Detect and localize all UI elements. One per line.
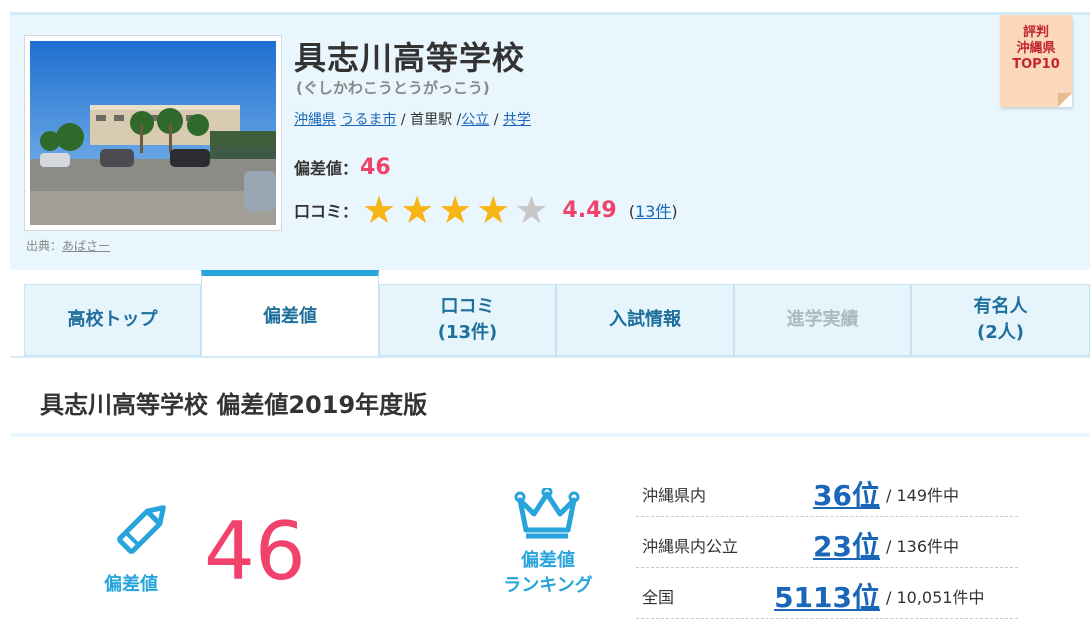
station-text: 首里駅	[410, 112, 453, 128]
photo-credit: 出典：あばさー	[26, 237, 110, 254]
tab-label: 入試情報	[609, 309, 681, 330]
pencil-icon	[100, 500, 180, 566]
tab-admission[interactable]: 入試情報	[556, 284, 734, 356]
tabs-divider	[10, 356, 1090, 358]
ranking-position-link[interactable]: 23位	[813, 525, 880, 565]
badge-line-1: 評判	[1022, 25, 1049, 40]
star-filled-icon: ★	[476, 188, 511, 232]
badge-line-2: 沖縄県	[1016, 41, 1056, 56]
city-link[interactable]: うるま市	[340, 112, 396, 128]
photo-credit-label: 出典：	[26, 239, 63, 253]
photo-credit-link[interactable]: あばさー	[62, 239, 110, 253]
tab-school-top[interactable]: 高校トップ	[24, 284, 201, 356]
ranking-label-line-2: ランキング	[503, 575, 593, 596]
badge-text: 評判 沖縄県 TOP10	[1000, 25, 1072, 73]
ranking-row: 沖縄県内公立 23位 / 136件中	[636, 517, 1018, 568]
ranking-area: 全国	[642, 588, 675, 607]
review-label: 口コミ：	[294, 202, 359, 221]
ranking-label: 偏差値 ランキング	[492, 548, 604, 598]
ranking-area: 沖縄県内公立	[642, 537, 739, 556]
pencil-label: 偏差値	[104, 574, 158, 595]
review-score: 4.49	[562, 197, 617, 223]
tab-label: 進学実績	[786, 309, 859, 330]
section-title: 具志川高等学校 偏差値2019年度版	[40, 391, 428, 419]
meta-separator: /	[396, 112, 411, 128]
review-count-close: )	[671, 202, 678, 221]
school-photo-image	[30, 41, 276, 225]
ranking-label-line-1: 偏差値	[521, 550, 575, 571]
section-divider	[10, 433, 1090, 437]
school-photo-frame	[24, 35, 282, 231]
badge-line-3: TOP10	[1012, 57, 1060, 72]
school-meta: 沖縄県 うるま市 / 首里駅 /公立 / 共学	[294, 109, 531, 129]
star-filled-icon: ★	[362, 188, 397, 232]
meta-separator: /	[452, 112, 462, 128]
crown-icon	[514, 486, 584, 544]
ranking-position-link[interactable]: 36位	[813, 474, 880, 514]
star-empty-icon: ★	[514, 188, 549, 232]
tab-celebrities[interactable]: 有名人 (2人)	[911, 284, 1090, 356]
ranking-total: / 149件中	[886, 486, 960, 505]
hensa-label: 偏差値：	[294, 159, 359, 178]
review-count-link[interactable]: 13件	[635, 202, 671, 221]
ranking-badge[interactable]: 評判 沖縄県 TOP10	[1000, 15, 1072, 107]
rating-stars: ★ ★ ★ ★ ★	[362, 191, 552, 229]
tab-label: 有名人	[973, 296, 1028, 317]
review-row: 口コミ： ★ ★ ★ ★ ★ 4.49 (13件)	[294, 191, 678, 229]
school-tabs: 高校トップ 偏差値 口コミ (13件) 入試情報 進学実績 有名人 (2人)	[24, 270, 1090, 358]
ranking-total: / 10,051件中	[886, 588, 985, 607]
hensa-value: 46	[360, 155, 391, 180]
star-filled-icon: ★	[400, 188, 435, 232]
prefecture-link[interactable]: 沖縄県	[294, 112, 336, 128]
meta-separator: /	[489, 112, 503, 128]
ranking-row: 沖縄県内 36位 / 149件中	[636, 466, 1018, 517]
tab-label: 偏差値	[263, 306, 317, 327]
ranking-position-link[interactable]: 5113位	[774, 576, 880, 616]
tab-sublabel: (13件)	[437, 322, 498, 343]
ranking-row: 全国 5113位 / 10,051件中	[636, 568, 1018, 619]
tab-results: 進学実績	[734, 284, 911, 356]
tab-label: 高校トップ	[67, 309, 158, 330]
hensa-row: 偏差値：46	[294, 155, 391, 180]
school-gender-link[interactable]: 共学	[503, 112, 531, 128]
big-hensa-value: 46	[204, 505, 306, 598]
tab-hensa[interactable]: 偏差値	[201, 270, 379, 358]
star-filled-icon: ★	[438, 188, 473, 232]
tab-sublabel: (2人)	[977, 322, 1024, 343]
school-photo[interactable]	[30, 41, 276, 225]
tab-reviews[interactable]: 口コミ (13件)	[379, 284, 556, 356]
ranking-table: 沖縄県内 36位 / 149件中 沖縄県内公立 23位 / 136件中 全国 5…	[636, 466, 1018, 619]
school-header: 出典：あばさー 具志川高等学校 (ぐしかわこうとうがっこう) 沖縄県 うるま市 …	[10, 12, 1090, 270]
school-name: 具志川高等学校	[294, 39, 526, 77]
ranking-total: / 136件中	[886, 537, 960, 556]
school-type-link[interactable]: 公立	[461, 112, 489, 128]
review-count: (13件)	[629, 198, 678, 222]
ranking-area: 沖縄県内	[642, 486, 707, 505]
school-kana: (ぐしかわこうとうがっこう)	[296, 79, 490, 97]
tab-label: 口コミ	[440, 296, 495, 317]
